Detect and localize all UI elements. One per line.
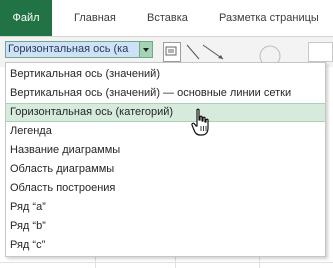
list-item-plot-area[interactable]: Область построения [6,179,325,198]
shape-fill-icon[interactable] [163,42,181,62]
tab-insert[interactable]: Вставка [147,0,188,36]
list-item-series-a[interactable]: Ряд “a” [6,198,325,217]
tab-page-layout[interactable]: Разметка страницы [219,0,319,36]
combo-dropdown-button[interactable] [139,42,152,57]
pointer-hand-icon [190,108,212,141]
tab-home[interactable]: Главная [74,0,116,36]
grid-line [0,262,333,263]
list-item-vertical-axis[interactable]: Вертикальная ось (значений) [6,65,325,84]
chart-elements-dropdown: Вертикальная ось (значений) Вертикальная… [5,62,326,257]
list-item-vertical-gridlines[interactable]: Вертикальная ось (значений) — основные л… [6,84,325,103]
list-item-series-b[interactable]: Ряд “b” [6,217,325,236]
list-item-series-c[interactable]: Ряд “c” [6,236,325,255]
list-item-legend[interactable]: Легенда [6,122,325,141]
chevron-down-icon [143,47,149,52]
list-item-horizontal-axis[interactable]: Горизонтальная ось (категорий) [6,103,325,122]
tab-file[interactable]: Файл [0,0,52,36]
combo-selected-value[interactable]: Горизонтальная ось (ка [6,42,140,57]
shape-styles-icon[interactable] [253,42,287,67]
line-shapes-icon[interactable] [185,42,227,62]
list-item-chart-area[interactable]: Область диаграммы [6,160,325,179]
shape-outline-icon[interactable] [308,42,333,62]
chart-elements-combo[interactable]: Горизонтальная ось (ка [5,41,153,58]
list-item-chart-title[interactable]: Название диаграммы [6,141,325,160]
ribbon-tab-strip: Файл Главная Вставка Разметка страницы [0,0,333,37]
